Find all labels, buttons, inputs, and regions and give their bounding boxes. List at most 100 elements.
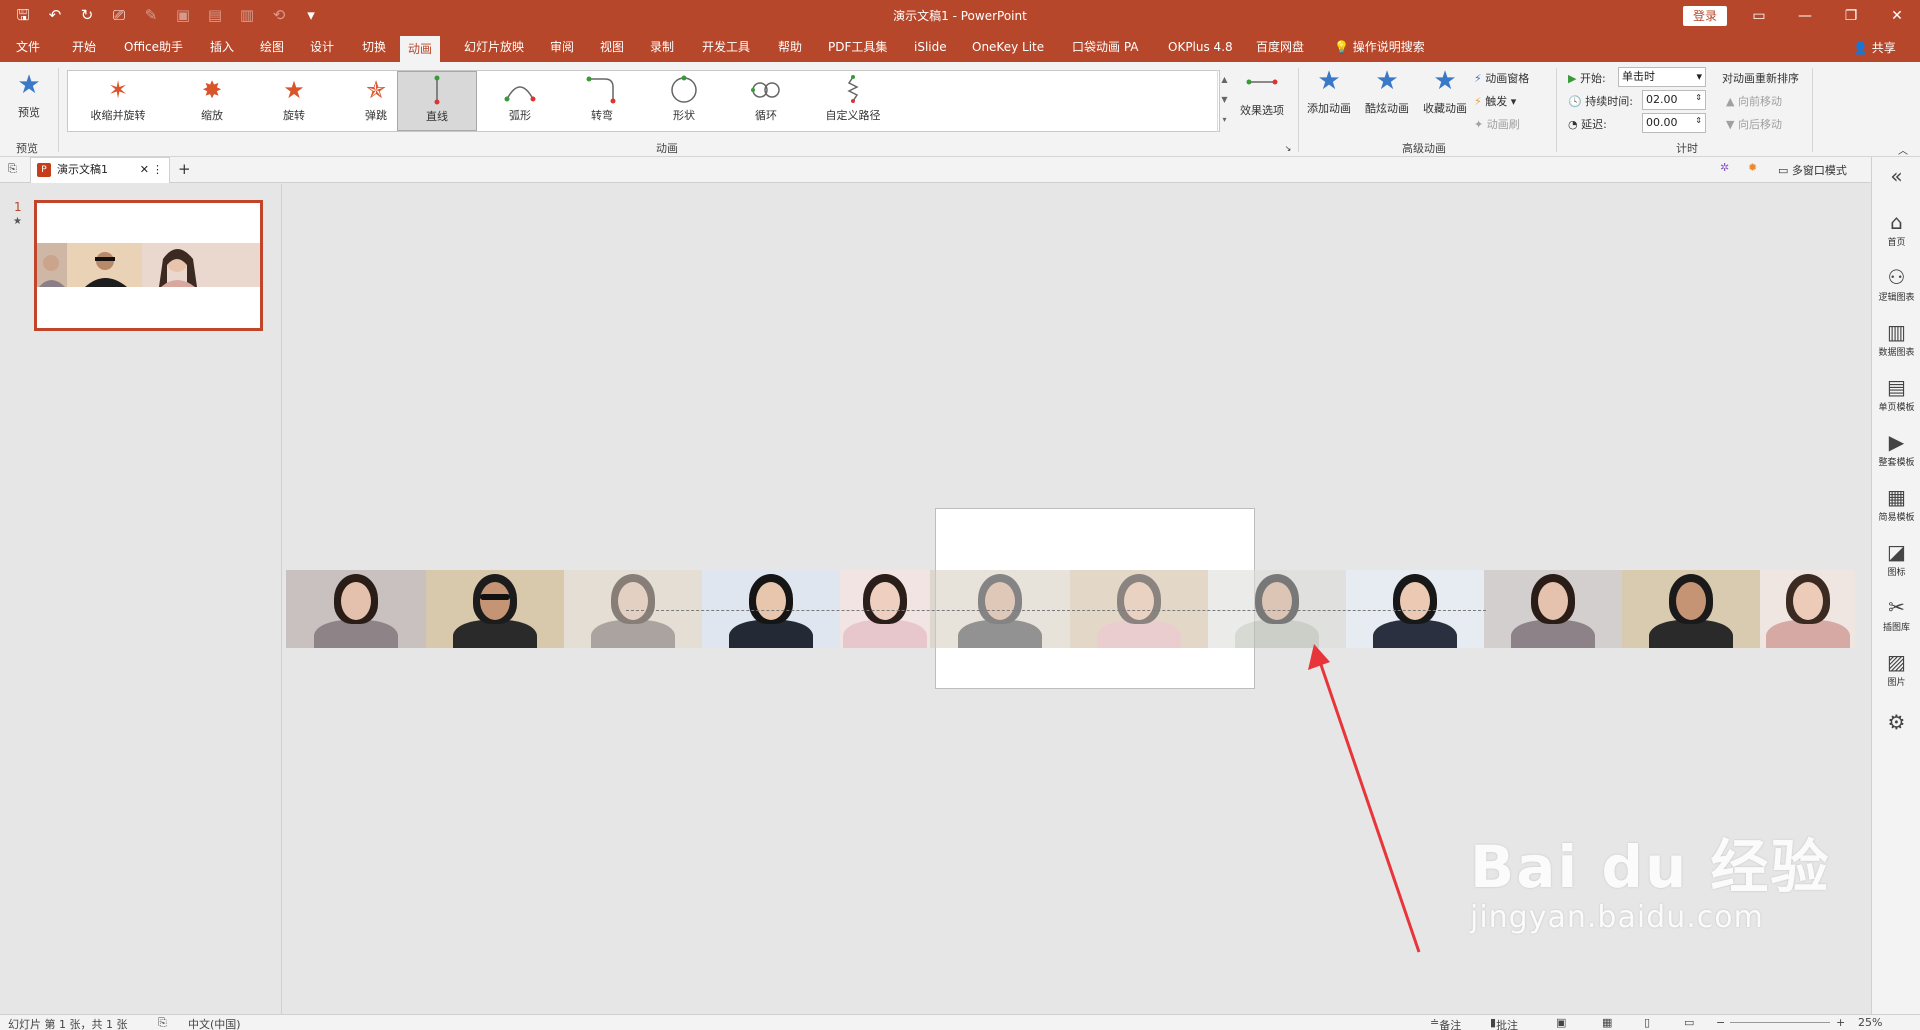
portrait-photo[interactable] <box>1622 570 1760 648</box>
tab-onekey-lite[interactable]: OneKey Lite <box>964 32 1052 62</box>
tab-slideshow[interactable]: 幻灯片放映 <box>456 32 532 62</box>
animation-pane-button[interactable]: ⚡ 动画窗格 <box>1474 70 1529 86</box>
portrait-photo[interactable] <box>1760 570 1855 648</box>
anim-zoom[interactable]: ✸ 缩放 <box>172 71 252 131</box>
normal-view-icon[interactable]: ▣ <box>1556 1016 1566 1029</box>
side-panel-item[interactable]: ▦ 简易模板 <box>1872 484 1920 523</box>
close-button[interactable]: ✕ <box>1874 0 1920 32</box>
tab-home[interactable]: 开始 <box>64 32 104 62</box>
spinner-icon[interactable]: ⇕ <box>1695 112 1702 130</box>
anim-shrink-spin[interactable]: ✶ 收缩并旋转 <box>72 71 164 131</box>
minimize-button[interactable]: — <box>1782 0 1828 32</box>
anim-shape[interactable]: 形状 <box>644 71 724 131</box>
new-tab-icon[interactable]: + <box>178 160 191 178</box>
close-tab-icon[interactable]: ✕ <box>140 158 149 182</box>
favorite-animation-button[interactable]: ★ 收藏动画 <box>1418 66 1472 116</box>
side-panel-item[interactable]: ▥ 数据图表 <box>1872 319 1920 358</box>
portrait-photo[interactable] <box>1208 570 1346 648</box>
slideshow-view-icon[interactable]: ▭ <box>1684 1016 1694 1029</box>
login-button[interactable]: 登录 <box>1683 6 1727 26</box>
portrait-photo[interactable] <box>426 570 564 648</box>
tab-review[interactable]: 审阅 <box>542 32 582 62</box>
side-panel-item[interactable]: ⌂ 首页 <box>1872 209 1920 248</box>
slide-thumbnail[interactable] <box>34 200 263 331</box>
portrait-photo[interactable] <box>1484 570 1622 648</box>
document-tab[interactable]: P 演示文稿1 ✕ ⋮ <box>30 157 170 183</box>
tab-transitions[interactable]: 切换 <box>354 32 394 62</box>
share-button[interactable]: 👤 共享 <box>1853 39 1896 56</box>
panel-settings-button[interactable]: ⚙ <box>1872 709 1920 735</box>
tab-file[interactable]: 文件 <box>8 32 48 62</box>
start-select[interactable]: 单击时 ▾ <box>1618 67 1706 87</box>
multiwindow-button[interactable]: ▭ 多窗口模式 <box>1778 162 1847 178</box>
motion-path-line[interactable] <box>626 610 1486 611</box>
move-later-button[interactable]: ▼ 向后移动 <box>1726 116 1782 132</box>
add-animation-button[interactable]: ★ 添加动画 <box>1302 66 1356 116</box>
anim-rotate[interactable]: ★ 旋转 <box>254 71 334 131</box>
scroll-up-icon[interactable]: ▲ <box>1218 70 1231 90</box>
gallery-more-icon[interactable]: ▾ <box>1218 110 1231 130</box>
tab-animations[interactable]: 动画 <box>400 36 441 62</box>
settings-gear-icon[interactable]: ✹ <box>1748 161 1757 174</box>
language-indicator[interactable]: 中文(中国) <box>188 1016 241 1030</box>
tab-more-icon[interactable]: ⋮ <box>152 158 163 182</box>
animation-painter-button[interactable]: ✦ 动画刷 <box>1474 116 1520 132</box>
tell-me-search[interactable]: 💡 操作说明搜索 <box>1326 32 1433 62</box>
anim-arc[interactable]: 弧形 <box>480 71 560 131</box>
tab-okplus[interactable]: OKPlus 4.8 <box>1160 32 1241 62</box>
zoom-in-button[interactable]: + <box>1836 1016 1845 1029</box>
addin-icon[interactable]: ✲ <box>1720 161 1729 174</box>
collapse-ribbon-icon[interactable]: ︿ <box>1898 142 1908 157</box>
tab-pdf-tools[interactable]: PDF工具集 <box>820 32 895 62</box>
trigger-button[interactable]: ⚡ 触发 ▾ <box>1474 93 1516 109</box>
portrait-photo[interactable] <box>930 570 1070 648</box>
anim-turn[interactable]: 转弯 <box>562 71 642 131</box>
spinner-icon[interactable]: ⇕ <box>1695 89 1702 107</box>
animation-dialog-launcher[interactable]: ↘ <box>1282 144 1294 153</box>
side-panel-item[interactable]: ◪ 图标 <box>1872 539 1920 578</box>
tab-design[interactable]: 设计 <box>302 32 342 62</box>
side-panel-item[interactable]: ▨ 图片 <box>1872 649 1920 688</box>
duration-input[interactable]: 02.00 ⇕ <box>1642 90 1706 110</box>
tab-developer[interactable]: 开发工具 <box>694 32 758 62</box>
portrait-photo[interactable] <box>840 570 930 648</box>
side-panel-item[interactable]: ▶ 整套模板 <box>1872 429 1920 468</box>
tab-help[interactable]: 帮助 <box>770 32 810 62</box>
slide-sorter-icon[interactable]: ▦ <box>1602 1016 1612 1029</box>
reading-view-icon[interactable]: ▯ <box>1644 1016 1650 1029</box>
tab-record[interactable]: 录制 <box>642 32 682 62</box>
anim-custom-path[interactable]: 自定义路径 <box>808 71 898 131</box>
preview-button[interactable]: ★ 预览 <box>6 70 52 120</box>
portrait-photo[interactable] <box>1070 570 1208 648</box>
gallery-scroll[interactable]: ▲ ▼ ▾ <box>1217 70 1231 132</box>
notes-button[interactable]: ≐ 备注 <box>1430 1016 1461 1030</box>
cool-animation-button[interactable]: ★ 酷炫动画 <box>1360 66 1414 116</box>
tab-draw[interactable]: 绘图 <box>252 32 292 62</box>
ribbon-display-icon[interactable]: ▭ <box>1736 0 1782 32</box>
portrait-photo[interactable] <box>702 570 840 648</box>
side-panel-item[interactable]: ⚇ 逻辑图表 <box>1872 264 1920 303</box>
tab-baidu-netdisk[interactable]: 百度网盘 <box>1248 32 1312 62</box>
tab-insert[interactable]: 插入 <box>202 32 242 62</box>
move-earlier-button[interactable]: ▲ 向前移动 <box>1726 93 1782 109</box>
portrait-photo[interactable] <box>564 570 702 648</box>
side-panel-item[interactable]: ▤ 单页模板 <box>1872 374 1920 413</box>
effect-options-button[interactable]: 效果选项 <box>1234 68 1290 118</box>
anim-loop[interactable]: 循环 <box>726 71 806 131</box>
collapse-panel-button[interactable]: « <box>1872 163 1920 189</box>
tab-office-assistant[interactable]: Office助手 <box>116 32 191 62</box>
photo-strip[interactable] <box>286 570 1855 650</box>
zoom-slider[interactable] <box>1730 1022 1830 1023</box>
tab-list-icon[interactable]: ⎘ <box>8 162 17 176</box>
portrait-photo[interactable] <box>1346 570 1484 648</box>
spell-check-icon[interactable]: ⎘ <box>158 1016 167 1030</box>
tab-view[interactable]: 视图 <box>592 32 632 62</box>
zoom-level[interactable]: 25% <box>1858 1016 1882 1029</box>
tab-pocket-animation[interactable]: 口袋动画 PA <box>1064 32 1147 62</box>
tab-islide[interactable]: iSlide <box>906 32 955 62</box>
anim-line[interactable]: 直线 <box>397 71 477 131</box>
maximize-button[interactable]: ❐ <box>1828 0 1874 32</box>
portrait-photo[interactable] <box>286 570 426 648</box>
delay-input[interactable]: 00.00 ⇕ <box>1642 113 1706 133</box>
scroll-down-icon[interactable]: ▼ <box>1218 90 1231 110</box>
